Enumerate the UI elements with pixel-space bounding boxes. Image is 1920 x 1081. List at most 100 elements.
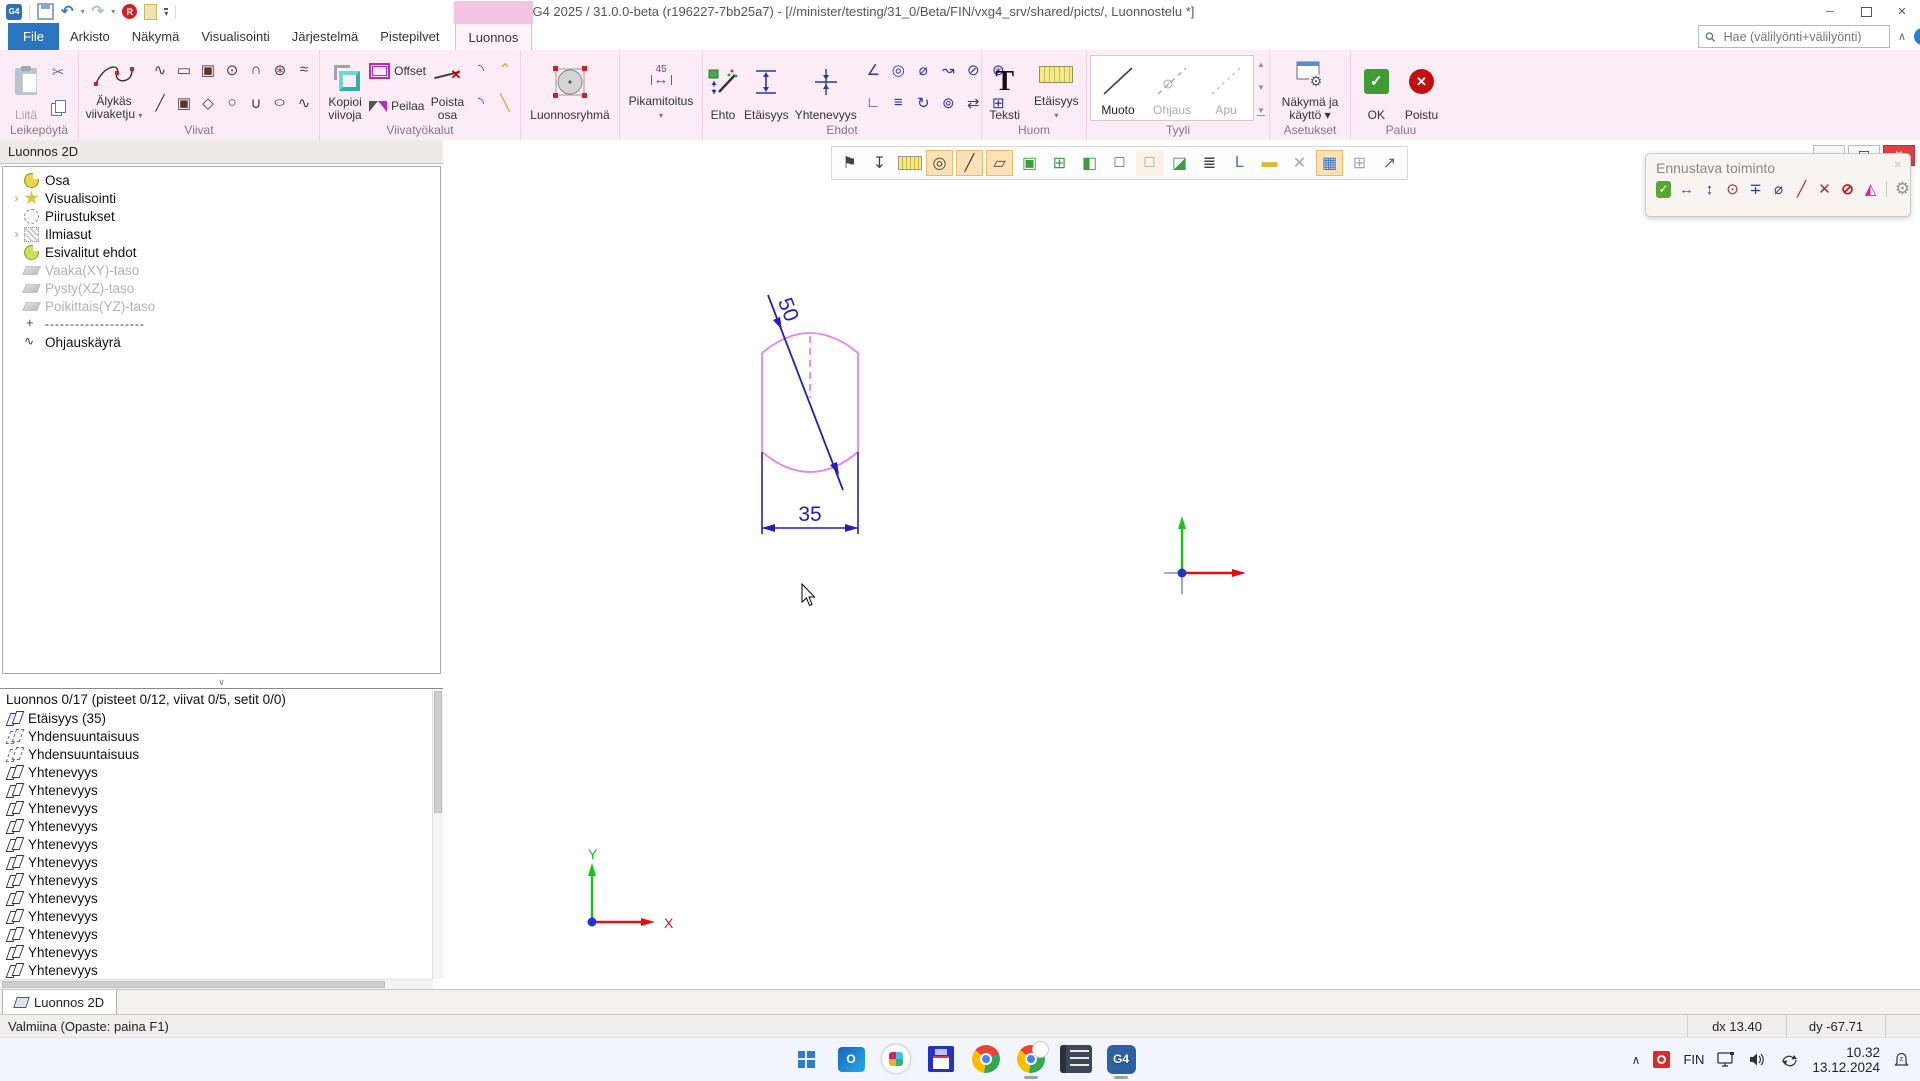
cube-select-icon[interactable]: ◪ [1166,150,1193,176]
coincident-constraint-item[interactable]: Yhtenevyys [0,961,443,979]
tree-item[interactable]: Esivalitut ehdot [3,243,440,261]
copy-lines-button[interactable]: Kopioi viivoja [323,53,367,123]
coincident-constraint-item[interactable]: Yhtenevyys [0,943,443,961]
sketch-group-button[interactable]: Luonnosryhmä [528,53,611,123]
slab-icon[interactable]: ▬ [1256,150,1283,176]
condition-button[interactable]: Ehto [706,53,740,123]
drawing-canvas[interactable]: 35 50 Y X [443,140,1920,989]
tangent-circles-icon[interactable]: ⊛ [274,61,287,79]
exit-sketch-icon[interactable]: ↗ [1376,150,1403,176]
arc-3point-icon[interactable]: ∩ [251,61,262,78]
pin-icon[interactable]: ⚑ [836,150,863,176]
coincident-constraint-item[interactable]: Yhtenevyys [0,799,443,817]
arc-icon[interactable]: ∪ [251,94,262,112]
mirror-button[interactable]: Peilaa [369,99,424,113]
coincident-constraint-item[interactable]: Yhtenevyys [0,835,443,853]
parallel-constraint-item[interactable]: Yhdensuuntaisuus [0,727,443,745]
diameter-constraint-icon[interactable]: ⌀ [919,61,928,79]
trim-icon[interactable]: ✕ [1817,180,1832,198]
quick-dimension-button[interactable]: 45 ↔ Pikamitoitus▾ [627,53,696,123]
tree-item[interactable]: Poikittais(YZ)-taso [3,297,440,315]
collapse-ribbon-icon[interactable]: ∧ [1898,30,1906,43]
maximize-button[interactable] [1848,0,1884,23]
style-more-icon[interactable]: ▼ [1257,106,1265,116]
extend-icon[interactable]: ╲ [500,93,510,113]
squiggle-icon[interactable]: ∿ [298,94,311,112]
tree-item[interactable]: Ohjauskäyrä [3,333,440,351]
style-aux-button[interactable]: Apu [1199,56,1253,120]
dimension-35[interactable]: 35 [762,452,858,534]
save-app-icon[interactable] [924,1042,958,1076]
dimension-50[interactable]: 50 [768,295,843,490]
cube-left-face-icon[interactable]: ◧ [1076,150,1103,176]
cube-top-face-icon[interactable]: ⊞ [1046,150,1073,176]
smart-polyline-button[interactable]: Älykäs viivaketju ▾ [82,53,146,123]
expand-arrow-icon[interactable]: › [9,227,24,241]
freeform-icon[interactable]: ≈ [300,61,308,78]
vertical-scrollbar[interactable] [432,689,443,979]
cube-wireframe-icon[interactable]: □ [1106,150,1133,176]
exit-button[interactable]: ✕ Poistu [1403,53,1440,123]
fix-constraint-icon[interactable]: ⊘ [967,61,980,79]
redo-dropdown-icon[interactable]: ▾ [111,7,115,16]
ellipse-icon[interactable]: ○ [273,94,287,111]
search-field[interactable] [1698,25,1890,48]
circle-icon[interactable]: ○ [227,94,236,111]
tree-item[interactable]: -------------------- [3,315,440,333]
polygon-icon[interactable]: ◇ [202,94,214,112]
tree-item[interactable]: › Ilmiasut [3,225,440,243]
quick-dimension-icon[interactable]: ↔ [1679,180,1694,198]
snap-face-icon[interactable]: ▱ [986,150,1013,176]
minimize-button[interactable]: ─ [1812,0,1848,23]
note-distance-button[interactable]: Etäisyys▾ [1032,53,1081,123]
tray-expand-icon[interactable]: ∧ [1632,1053,1641,1067]
cube-shaded-icon[interactable]: □ [1136,150,1163,176]
spline-chain-icon[interactable]: ∿ [154,61,167,79]
search-input[interactable] [1722,29,1883,45]
tree-item[interactable]: Vaaka(XY)-taso [3,261,440,279]
expand-arrow-icon[interactable]: › [9,191,24,205]
note-icon[interactable] [144,4,157,20]
style-guide-button[interactable]: Ohjaus [1145,56,1199,120]
coincident-constraint-item[interactable]: Yhtenevyys [0,889,443,907]
fillet-trim-icon[interactable]: ◝ [478,93,484,113]
menu-item[interactable]: Pistepilvet [369,23,450,50]
coincidence-button[interactable]: Yhtenevyys [793,53,859,123]
redo-icon[interactable]: ↷ [92,4,105,19]
tray-app-icon[interactable] [1653,1051,1670,1068]
chrome-icon[interactable] [969,1042,1003,1076]
view-usage-button[interactable]: ⚙ Näkymä ja käyttö ▾ [1280,53,1341,123]
vertical-distance-icon[interactable]: ↕ [1702,180,1717,198]
offset-button[interactable]: Offset [369,63,426,79]
measure-arrow-icon[interactable]: ↧ [866,150,893,176]
chrome-profile-icon[interactable] [1014,1042,1048,1076]
tangent-constraint-icon[interactable]: ↝ [942,61,955,79]
angle-constraint-icon[interactable]: ∠ [867,61,880,79]
stop-icon[interactable]: ⊘ [1840,180,1855,198]
vertex-g4-app-icon[interactable]: G4 [1104,1042,1138,1076]
cut-icon[interactable]: ✂ [52,63,65,81]
delete-face-icon[interactable]: ✕ [1286,150,1313,176]
copy-icon[interactable] [51,100,65,114]
style-shape-button[interactable]: Muoto [1091,56,1145,120]
dimension-35-value[interactable]: 35 [798,503,821,526]
rectangle-center-icon[interactable]: ▣ [201,61,215,79]
snap-line-icon[interactable]: ╱ [956,150,983,176]
volume-icon[interactable] [1749,1052,1767,1067]
mirror-icon[interactable]: ◭ [1863,180,1878,198]
undo-icon[interactable]: ↶ [61,4,74,19]
help-icon[interactable]: ? [1914,28,1920,45]
rectangle-filled-icon[interactable]: ▣ [177,94,191,112]
menu-item[interactable]: Arkisto [59,23,121,50]
grid-icon[interactable]: ⊞ [1346,150,1373,176]
tree-item[interactable]: Piirustukset [3,207,440,225]
perpendicular-constraint-icon[interactable]: ∟ [866,94,881,111]
tree-item[interactable]: › Visualisointi [3,189,440,207]
parallel-constraint-icon[interactable]: ≡ [894,94,903,111]
undo-dropdown-icon[interactable]: ▾ [81,7,85,16]
tab-luonnos[interactable]: Luonnos [455,23,533,50]
ruler-icon[interactable] [896,150,923,176]
file-menu[interactable]: File [8,23,59,50]
radius-constraint-icon[interactable]: ↻ [917,94,930,112]
predict-enabled-icon[interactable]: ✓ [1656,181,1671,198]
